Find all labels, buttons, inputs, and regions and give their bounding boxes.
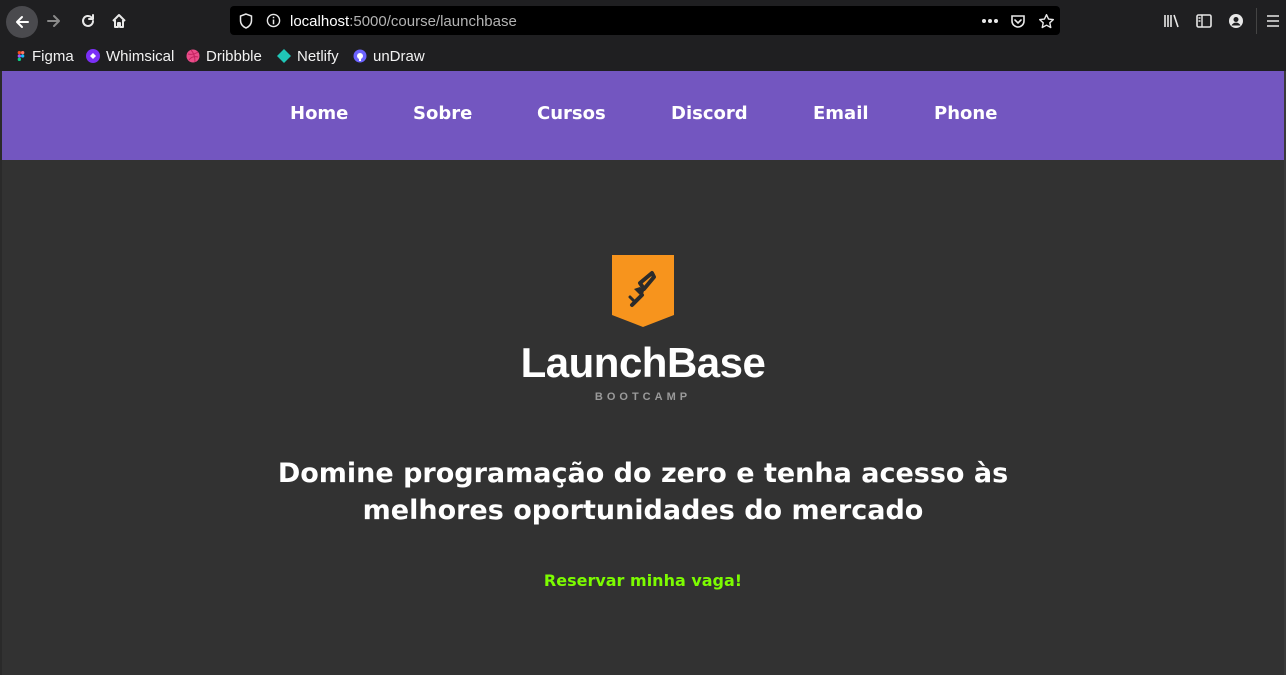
page-viewport: Home Sobre Cursos Discord Email Phone La… <box>2 71 1286 675</box>
bookmarks-bar: Figma Whimsical Dribbble Netlify unDraw <box>0 42 1286 71</box>
home-icon <box>112 14 126 28</box>
back-button[interactable] <box>6 6 38 38</box>
bookmark-label: unDraw <box>373 47 425 65</box>
brand-title: LaunchBase <box>520 339 766 386</box>
undraw-icon <box>353 49 367 63</box>
hamburger-icon <box>1267 15 1279 27</box>
nav-link-phone[interactable]: Phone <box>934 103 997 124</box>
library-icon <box>1164 14 1179 28</box>
bookmark-figma[interactable]: Figma <box>16 46 74 66</box>
bookmark-label: Whimsical <box>106 47 175 65</box>
nav-link-sobre[interactable]: Sobre <box>413 103 472 124</box>
brand-subtitle: BOOTCAMP <box>594 391 692 403</box>
pocket-icon <box>1011 15 1025 28</box>
whimsical-icon <box>86 49 100 63</box>
headline-line-2: melhores oportunidades do mercado <box>362 495 924 526</box>
info-icon[interactable] <box>266 13 281 28</box>
headline-line-1: Domine programação do zero e tenha acess… <box>277 458 1009 489</box>
arrow-left-icon <box>16 16 29 28</box>
bookmark-whimsical[interactable]: Whimsical <box>86 46 174 66</box>
forward-button[interactable] <box>38 6 70 36</box>
browser-chrome: localhost:5000/course/launchbase Figma W… <box>0 0 1286 71</box>
nav-link-email[interactable]: Email <box>813 103 869 124</box>
address-bar[interactable]: localhost:5000/course/launchbase <box>230 6 1060 35</box>
menu-button[interactable] <box>1262 10 1284 32</box>
reload-icon <box>82 14 94 27</box>
shield-icon <box>239 13 253 29</box>
netlify-icon <box>277 49 291 63</box>
page-actions-button[interactable] <box>978 12 1002 30</box>
site-navbar: Home Sobre Cursos Discord Email Phone <box>2 71 1284 160</box>
account-button[interactable] <box>1224 10 1248 32</box>
bookmark-netlify[interactable]: Netlify <box>277 46 339 66</box>
bookmark-label: Netlify <box>297 47 339 65</box>
sidebar-icon <box>1196 14 1212 28</box>
figma-icon <box>17 51 25 61</box>
pocket-button[interactable] <box>1006 12 1030 30</box>
nav-link-cursos[interactable]: Cursos <box>537 103 606 124</box>
reserve-spot-link[interactable]: Reservar minha vaga! <box>2 571 1284 590</box>
url-text[interactable]: localhost:5000/course/launchbase <box>290 13 517 30</box>
bookmark-dribbble[interactable]: Dribbble <box>186 46 262 66</box>
nav-link-discord[interactable]: Discord <box>671 103 748 124</box>
toolbar-separator <box>1256 8 1257 34</box>
url-host: localhost <box>290 13 350 30</box>
bookmark-star-button[interactable] <box>1034 12 1058 30</box>
sidebar-button[interactable] <box>1192 10 1216 32</box>
library-button[interactable] <box>1160 10 1184 32</box>
bookmark-label: Dribbble <box>206 47 262 65</box>
bookmark-label: Figma <box>32 47 74 65</box>
hero-headline: Domine programação do zero e tenha acess… <box>2 455 1284 529</box>
account-icon <box>1229 14 1243 28</box>
reload-button[interactable] <box>72 6 104 36</box>
rocket-shield-logo-icon <box>612 255 674 327</box>
bookmark-undraw[interactable]: unDraw <box>353 46 425 66</box>
arrow-right-icon <box>47 15 60 27</box>
star-icon <box>1038 13 1054 28</box>
home-button[interactable] <box>103 6 135 36</box>
url-path: :5000/course/launchbase <box>349 13 517 30</box>
dribbble-icon <box>186 49 200 63</box>
nav-link-home[interactable]: Home <box>290 103 348 124</box>
browser-toolbar: localhost:5000/course/launchbase <box>0 0 1286 42</box>
more-dots-icon <box>982 19 998 23</box>
